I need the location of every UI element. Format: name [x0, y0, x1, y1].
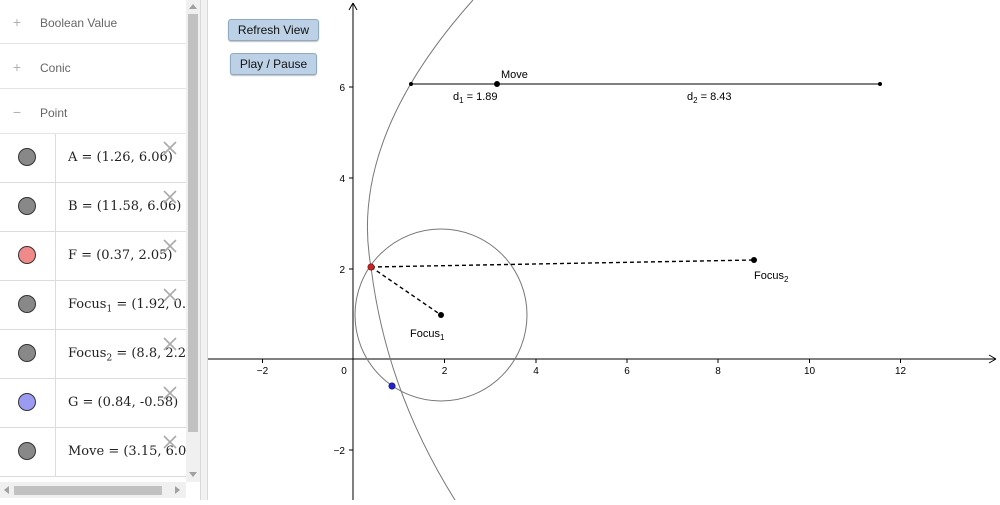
- dashed-segment-F-focus1[interactable]: [370, 266, 442, 316]
- scroll-down-arrow-icon[interactable]: [189, 472, 197, 477]
- x-tick-label: 6: [624, 366, 630, 377]
- point-A[interactable]: [409, 82, 413, 86]
- label-d1: d1 = 1.89: [453, 91, 498, 105]
- refresh-view-button[interactable]: Refresh View: [228, 19, 319, 41]
- point-row-B[interactable]: B = (11.58, 6.06): [0, 183, 186, 232]
- y-tick-label: 2: [339, 265, 345, 276]
- visibility-toggle[interactable]: [0, 281, 56, 329]
- point-row-A[interactable]: A = (1.26, 6.06): [0, 134, 186, 183]
- horizontal-scrollbar[interactable]: [0, 482, 186, 498]
- delete-icon[interactable]: [162, 336, 178, 352]
- label-d2: d2 = 8.43: [687, 91, 732, 105]
- marble-icon[interactable]: [18, 344, 36, 362]
- algebra-list: + Boolean Value + Conic − Point A = (1.2…: [0, 0, 186, 482]
- point-focus1[interactable]: [438, 312, 444, 318]
- scroll-right-arrow-icon[interactable]: [175, 486, 180, 494]
- ellipse-curve[interactable]: [366, 0, 474, 501]
- play-pause-button[interactable]: Play / Pause: [230, 53, 317, 75]
- marble-icon[interactable]: [18, 393, 36, 411]
- y-tick-labels: 6 4 2 −2: [334, 83, 346, 457]
- visibility-toggle[interactable]: [0, 232, 56, 280]
- marble-icon[interactable]: [18, 246, 36, 264]
- x-tick-label: 0: [341, 366, 347, 377]
- x-tick-marks: [262, 359, 901, 363]
- visibility-toggle[interactable]: [0, 330, 56, 378]
- point-row-G[interactable]: G = (0.84, -0.58): [0, 379, 186, 428]
- marble-icon[interactable]: [18, 442, 36, 460]
- point-row-focus2[interactable]: Focus2 = (8.8, 2.2): [0, 330, 186, 379]
- x-tick-label: 2: [442, 366, 448, 377]
- algebra-view: + Boolean Value + Conic − Point A = (1.2…: [0, 0, 200, 500]
- x-tick-label: −2: [257, 366, 269, 377]
- group-conic[interactable]: + Conic: [0, 45, 186, 89]
- y-tick-label: 4: [339, 174, 345, 185]
- delete-icon[interactable]: [162, 434, 178, 450]
- scrollbar-thumb[interactable]: [14, 486, 162, 495]
- expand-plus-icon[interactable]: +: [11, 60, 23, 74]
- x-tick-label: 4: [533, 366, 539, 377]
- x-tick-label: 12: [895, 366, 907, 377]
- delete-icon[interactable]: [162, 385, 178, 401]
- y-tick-marks: [349, 86, 353, 451]
- group-point[interactable]: − Point: [0, 90, 186, 134]
- point-B[interactable]: [878, 82, 882, 86]
- delete-icon[interactable]: [162, 189, 178, 205]
- marble-icon[interactable]: [18, 148, 36, 166]
- scrollbar-thumb[interactable]: [188, 14, 198, 432]
- delete-icon[interactable]: [162, 287, 178, 303]
- marble-icon[interactable]: [18, 295, 36, 313]
- label-move: Move: [501, 69, 528, 81]
- point-focus2[interactable]: [751, 257, 757, 263]
- y-tick-label: 6: [339, 83, 345, 94]
- group-boolean-value[interactable]: + Boolean Value: [0, 0, 186, 44]
- vertical-scrollbar[interactable]: [186, 0, 200, 482]
- point-row-F[interactable]: F = (0.37, 2.05): [0, 232, 186, 281]
- group-label: Point: [40, 106, 68, 120]
- delete-icon[interactable]: [162, 140, 178, 156]
- visibility-toggle[interactable]: [0, 379, 56, 427]
- point-move[interactable]: [494, 81, 500, 87]
- graphics-view[interactable]: −2 0 2 4 6 8 10 12 6 4 2 −2 Move d1 = 1.…: [208, 0, 1000, 501]
- point-F[interactable]: [367, 263, 375, 271]
- x-tick-label: 8: [715, 366, 721, 377]
- delete-icon[interactable]: [162, 238, 178, 254]
- scroll-up-arrow-icon[interactable]: [189, 4, 197, 9]
- point-G[interactable]: [388, 382, 396, 390]
- visibility-toggle[interactable]: [0, 134, 56, 182]
- group-label: Boolean Value: [40, 16, 118, 30]
- x-tick-label: 10: [804, 366, 816, 377]
- point-row-move[interactable]: Move = (3.15, 6.06): [0, 428, 186, 477]
- panel-divider[interactable]: [200, 0, 208, 500]
- scroll-left-arrow-icon[interactable]: [4, 486, 9, 494]
- marble-icon[interactable]: [18, 197, 36, 215]
- group-label: Conic: [40, 61, 71, 75]
- label-focus2: Focus2: [754, 270, 789, 284]
- visibility-toggle[interactable]: [0, 428, 56, 476]
- graphics-canvas[interactable]: −2 0 2 4 6 8 10 12 6 4 2 −2 Move d1 = 1.…: [208, 0, 1000, 501]
- y-tick-label: −2: [334, 446, 346, 457]
- visibility-toggle[interactable]: [0, 183, 56, 231]
- collapse-minus-icon[interactable]: −: [11, 105, 23, 119]
- x-tick-labels: −2 0 2 4 6 8 10 12: [257, 366, 907, 377]
- expand-plus-icon[interactable]: +: [11, 15, 23, 29]
- point-row-focus1[interactable]: Focus1 = (1.92, 0.97): [0, 281, 186, 330]
- dashed-segment-F-focus2[interactable]: [370, 259, 755, 268]
- label-focus1: Focus1: [410, 328, 445, 342]
